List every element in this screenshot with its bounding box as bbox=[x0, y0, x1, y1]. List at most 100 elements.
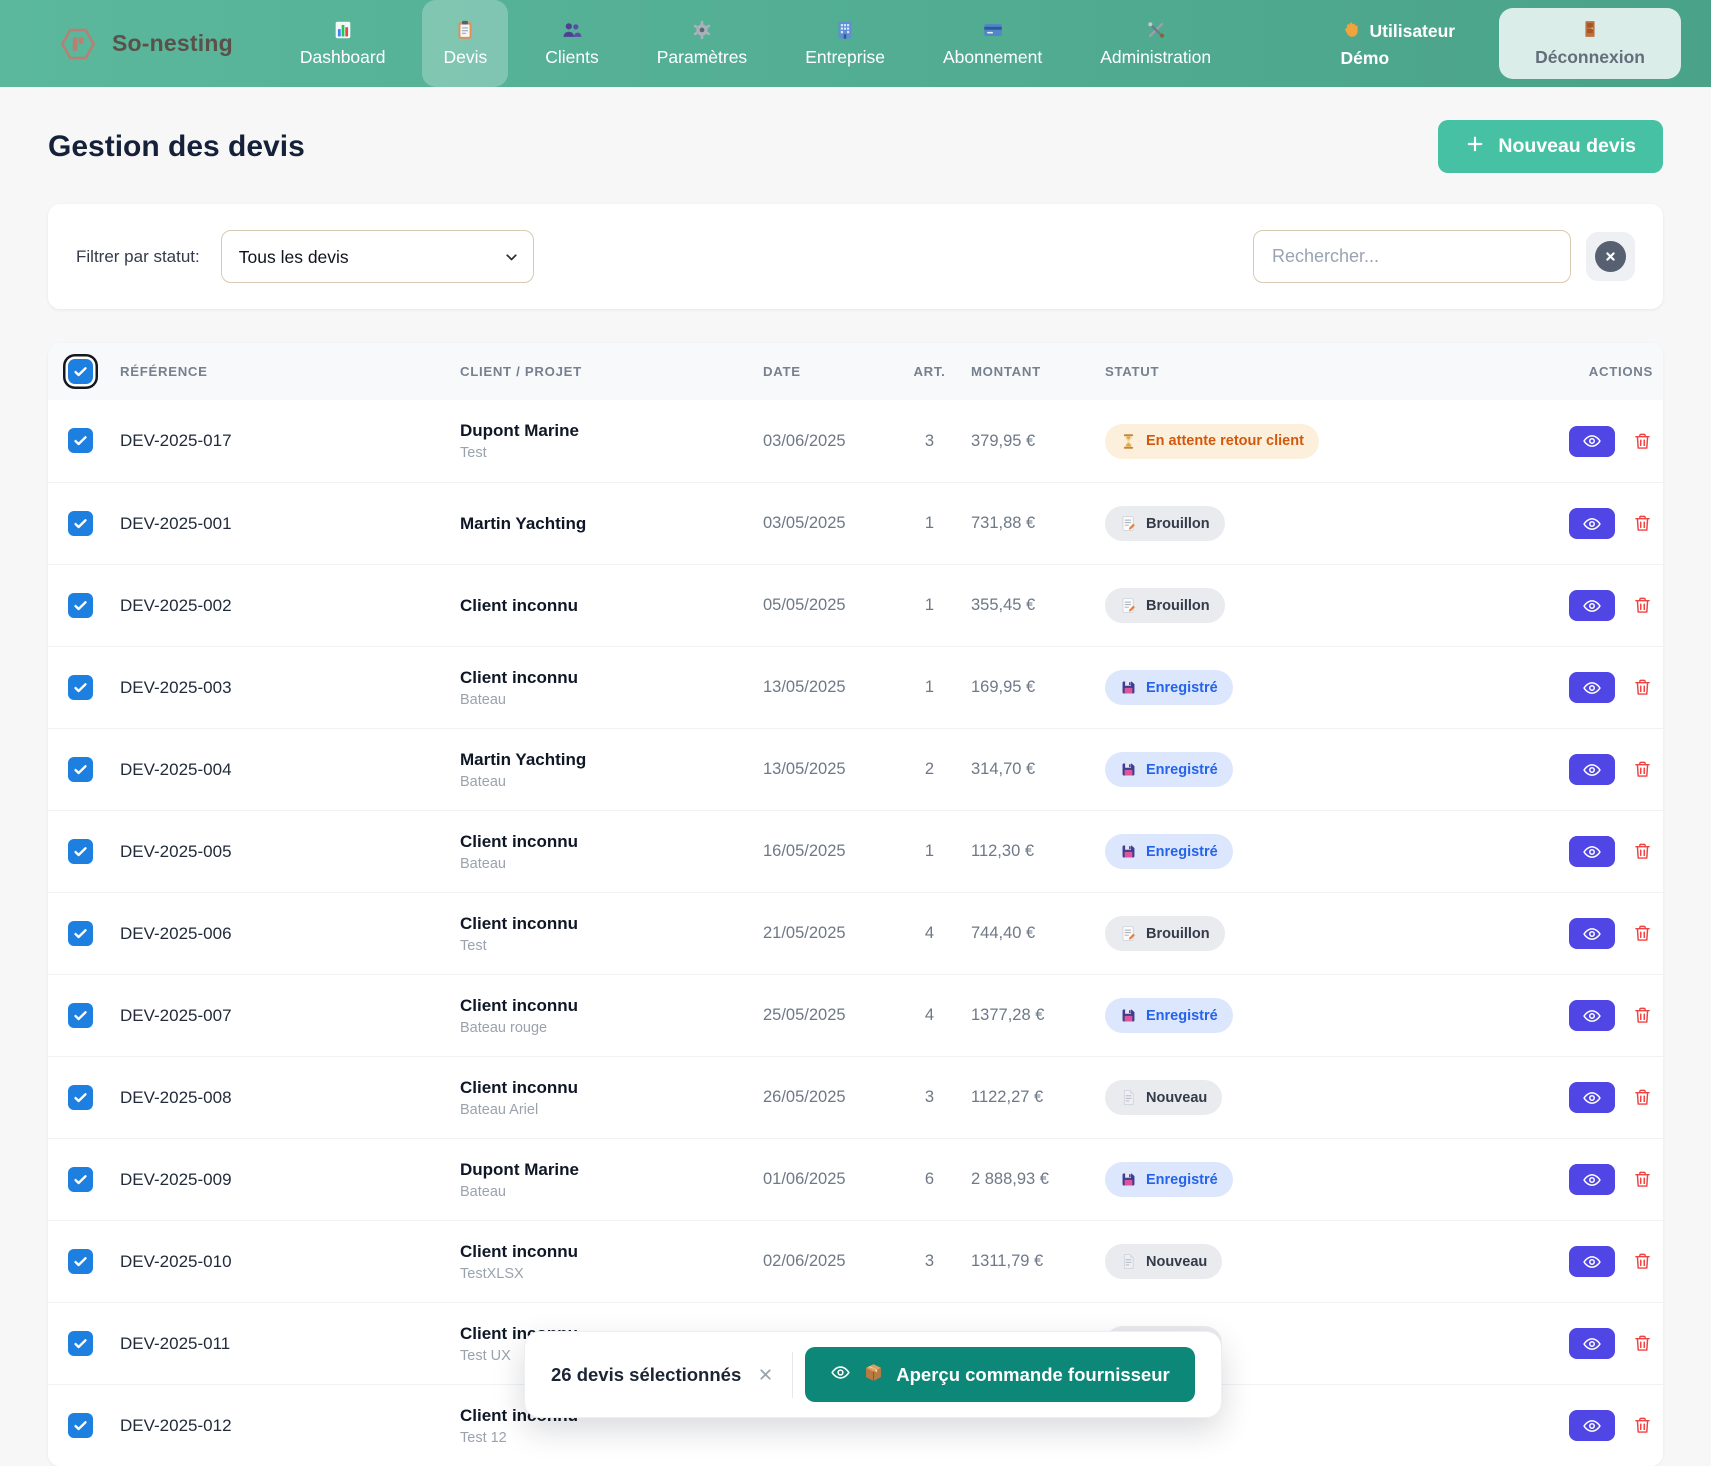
row-checkbox[interactable] bbox=[68, 757, 93, 782]
client-name: Client inconnu bbox=[460, 1078, 763, 1098]
quote-date: 05/05/2025 bbox=[763, 596, 888, 615]
clear-search-button[interactable] bbox=[1586, 232, 1635, 281]
view-quote-button[interactable] bbox=[1569, 1410, 1615, 1441]
project-name: Bateau bbox=[460, 856, 763, 872]
status-label: Enregistré bbox=[1146, 844, 1218, 860]
quote-reference: DEV-2025-012 bbox=[120, 1416, 460, 1436]
nav-item-abonnement[interactable]: Abonnement bbox=[922, 0, 1063, 87]
user-name-line1: Utilisateur bbox=[1370, 21, 1456, 42]
delete-quote-button[interactable] bbox=[1632, 841, 1653, 862]
row-checkbox[interactable] bbox=[68, 1249, 93, 1274]
row-checkbox[interactable] bbox=[68, 921, 93, 946]
row-checkbox[interactable] bbox=[68, 1003, 93, 1028]
gear-icon bbox=[691, 19, 713, 41]
supplier-order-preview-button[interactable]: Aperçu commande fournisseur bbox=[805, 1347, 1194, 1402]
quote-reference: DEV-2025-003 bbox=[120, 678, 460, 698]
view-quote-button[interactable] bbox=[1569, 918, 1615, 949]
view-quote-button[interactable] bbox=[1569, 672, 1615, 703]
status-label: Enregistré bbox=[1146, 680, 1218, 696]
row-checkbox[interactable] bbox=[68, 1085, 93, 1110]
nav-item-entreprise[interactable]: Entreprise bbox=[784, 0, 906, 87]
delete-quote-button[interactable] bbox=[1632, 431, 1653, 452]
delete-quote-button[interactable] bbox=[1632, 1087, 1653, 1108]
delete-quote-button[interactable] bbox=[1632, 677, 1653, 698]
client-name: Client inconnu bbox=[460, 996, 763, 1016]
row-checkbox[interactable] bbox=[68, 1331, 93, 1356]
nav-item-dashboard[interactable]: Dashboard bbox=[279, 0, 407, 87]
building-icon bbox=[834, 19, 856, 41]
brand-name: So-nesting bbox=[112, 30, 233, 57]
view-quote-button[interactable] bbox=[1569, 1164, 1615, 1195]
quote-amount: 744,40 € bbox=[971, 924, 1105, 943]
row-checkbox[interactable] bbox=[68, 675, 93, 700]
nav-label: Clients bbox=[545, 47, 599, 68]
floppy-icon bbox=[1120, 1171, 1137, 1188]
view-quote-button[interactable] bbox=[1569, 1000, 1615, 1031]
nav-label: Entreprise bbox=[805, 47, 885, 68]
logout-button[interactable]: Déconnexion bbox=[1499, 8, 1681, 79]
quote-amount: 1122,27 € bbox=[971, 1088, 1105, 1107]
quote-amount: 379,95 € bbox=[971, 432, 1105, 451]
articles-count: 3 bbox=[888, 432, 971, 451]
new-quote-button[interactable]: Nouveau devis bbox=[1438, 120, 1663, 173]
row-checkbox[interactable] bbox=[68, 839, 93, 864]
delete-quote-button[interactable] bbox=[1632, 1415, 1653, 1436]
quote-reference: DEV-2025-005 bbox=[120, 842, 460, 862]
status-badge: Nouveau bbox=[1105, 1244, 1222, 1279]
selection-count: 26 devis sélectionnés bbox=[551, 1364, 741, 1386]
view-quote-button[interactable] bbox=[1569, 508, 1615, 539]
view-quote-button[interactable] bbox=[1569, 426, 1615, 457]
quote-reference: DEV-2025-006 bbox=[120, 924, 460, 944]
status-badge: Brouillon bbox=[1105, 506, 1225, 541]
floppy-icon bbox=[1120, 1007, 1137, 1024]
search-input[interactable] bbox=[1253, 230, 1571, 283]
memo-icon bbox=[1120, 515, 1137, 532]
nav-item-administration[interactable]: Administration bbox=[1079, 0, 1232, 87]
view-quote-button[interactable] bbox=[1569, 590, 1615, 621]
view-quote-button[interactable] bbox=[1569, 754, 1615, 785]
preview-button-label: Aperçu commande fournisseur bbox=[896, 1364, 1169, 1386]
delete-quote-button[interactable] bbox=[1632, 759, 1653, 780]
page-icon bbox=[1120, 1089, 1137, 1106]
delete-quote-button[interactable] bbox=[1632, 513, 1653, 534]
main-nav: DashboardDevis Clients Paramètres Entrepris… bbox=[279, 0, 1232, 87]
clear-selection-button[interactable] bbox=[755, 1364, 776, 1385]
nav-item-parametres[interactable]: Paramètres bbox=[636, 0, 768, 87]
delete-quote-button[interactable] bbox=[1632, 923, 1653, 944]
brand-logo[interactable]: So-nesting bbox=[58, 0, 233, 87]
wave-icon bbox=[1341, 19, 1361, 44]
status-label: Nouveau bbox=[1146, 1090, 1207, 1106]
status-badge: Enregistré bbox=[1105, 1162, 1233, 1197]
row-checkbox[interactable] bbox=[68, 428, 93, 453]
eye-icon bbox=[830, 1362, 851, 1388]
delete-quote-button[interactable] bbox=[1632, 1169, 1653, 1190]
status-filter-select[interactable]: Tous les devis bbox=[221, 230, 534, 283]
status-filter-label: Filtrer par statut: bbox=[76, 247, 200, 267]
nav-item-clients[interactable]: Clients bbox=[524, 0, 620, 87]
status-label: Brouillon bbox=[1146, 598, 1210, 614]
delete-quote-button[interactable] bbox=[1632, 1005, 1653, 1026]
user-menu[interactable]: Utilisateur Démo bbox=[1341, 0, 1456, 87]
row-checkbox[interactable] bbox=[68, 1413, 93, 1438]
view-quote-button[interactable] bbox=[1569, 1328, 1615, 1359]
table-header-row: RÉFÉRENCECLIENT / PROJETDATEART.MONTANTS… bbox=[48, 343, 1663, 400]
view-quote-button[interactable] bbox=[1569, 836, 1615, 867]
divider bbox=[792, 1352, 793, 1398]
quote-amount: 355,45 € bbox=[971, 596, 1105, 615]
quote-reference: DEV-2025-001 bbox=[120, 514, 460, 534]
row-checkbox[interactable] bbox=[68, 593, 93, 618]
column-header-date: DATE bbox=[763, 364, 888, 379]
nav-item-devis[interactable]: Devis bbox=[422, 0, 508, 87]
client-name: Client inconnu bbox=[460, 668, 763, 688]
articles-count: 1 bbox=[888, 678, 971, 697]
row-checkbox[interactable] bbox=[68, 1167, 93, 1192]
delete-quote-button[interactable] bbox=[1632, 595, 1653, 616]
delete-quote-button[interactable] bbox=[1632, 1333, 1653, 1354]
delete-quote-button[interactable] bbox=[1632, 1251, 1653, 1272]
view-quote-button[interactable] bbox=[1569, 1082, 1615, 1113]
view-quote-button[interactable] bbox=[1569, 1246, 1615, 1277]
table-row: DEV-2025-007Client inconnuBateau rouge25… bbox=[48, 974, 1663, 1056]
select-all-checkbox[interactable] bbox=[68, 359, 93, 384]
row-checkbox[interactable] bbox=[68, 511, 93, 536]
status-label: Enregistré bbox=[1146, 1008, 1218, 1024]
